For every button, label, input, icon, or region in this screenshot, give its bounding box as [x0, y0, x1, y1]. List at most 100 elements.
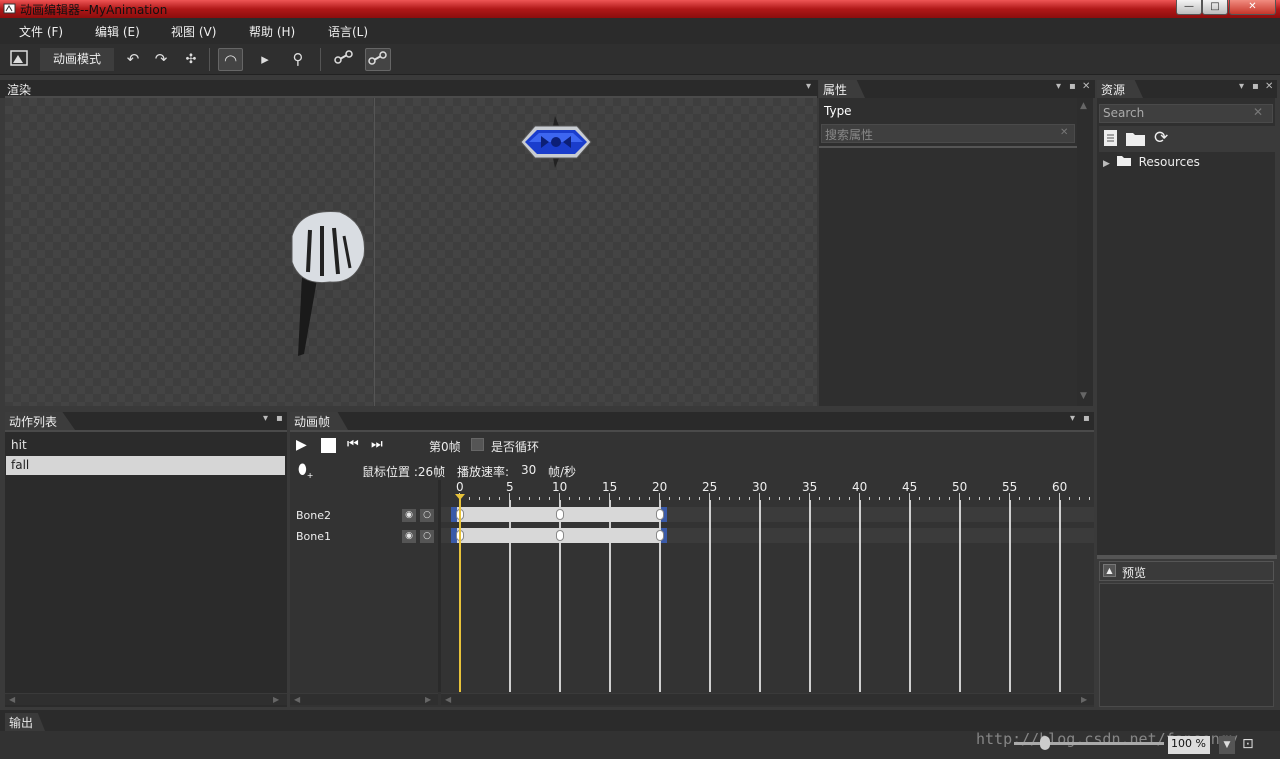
keyframe-tracks — [441, 480, 1094, 692]
list-item[interactable]: fall — [6, 456, 285, 475]
close-icon[interactable]: ✕ — [1265, 81, 1273, 92]
preview-title: 预览 — [1122, 566, 1147, 580]
speed-value[interactable]: 30 — [521, 463, 536, 477]
refresh-icon[interactable]: ⟳ — [1154, 128, 1168, 148]
loop-checkbox[interactable] — [471, 438, 484, 451]
keyframe-marker[interactable] — [556, 530, 564, 541]
zoom-value[interactable]: 100 % — [1168, 736, 1210, 754]
resources-search-input[interactable]: Search — [1099, 104, 1273, 123]
output-tab[interactable]: 输出 — [5, 713, 46, 731]
scroll-left-icon[interactable]: ◀ — [294, 695, 300, 704]
pin-icon[interactable]: ▪ — [1069, 81, 1076, 92]
chevron-down-icon[interactable]: ▾ — [806, 81, 811, 92]
chevron-down-icon[interactable]: ▾ — [263, 413, 268, 424]
pin-icon[interactable]: ▪ — [276, 413, 283, 424]
undo-icon[interactable]: ↶ — [122, 48, 144, 71]
menu-help[interactable]: 帮助 (H) — [249, 23, 295, 40]
zoom-icon[interactable]: ⚲ — [286, 48, 310, 71]
track-name[interactable]: Bone1 — [296, 530, 331, 543]
scroll-up-icon[interactable]: ▲ — [1080, 101, 1087, 111]
menu-file[interactable]: 文件 (F) — [19, 23, 63, 40]
divider — [819, 146, 1077, 148]
keyframe-marker[interactable] — [656, 509, 664, 520]
toolbar-divider — [320, 48, 321, 71]
tree-item-resources[interactable]: Resources — [1139, 155, 1200, 169]
resources-toolbar: ⟳ — [1099, 126, 1275, 152]
minimize-button[interactable]: — — [1176, 0, 1202, 15]
move-icon[interactable]: ✣ — [180, 48, 202, 71]
folder-icon[interactable] — [1125, 130, 1147, 147]
bone-icon[interactable] — [332, 48, 356, 71]
toolbar-divider — [209, 48, 210, 71]
properties-tab[interactable]: 属性 — [819, 80, 866, 98]
close-icon[interactable]: ✕ — [1082, 81, 1090, 92]
resources-tree: ▶ Resources — [1103, 155, 1200, 169]
fit-icon[interactable]: ⊡ — [1242, 736, 1254, 752]
scroll-right-icon[interactable]: ▶ — [425, 695, 431, 704]
clear-icon[interactable]: ✕ — [1253, 105, 1263, 119]
redo-icon[interactable]: ↷ — [150, 48, 172, 71]
menu-edit[interactable]: 编辑 (E) — [95, 23, 140, 40]
horizontal-scrollbar[interactable]: ◀ ▶ — [441, 693, 1094, 705]
lock-icon[interactable]: ○ — [420, 509, 434, 522]
animframes-tab[interactable]: 动画帧 — [290, 412, 349, 430]
mode-toggle-button[interactable]: 动画模式 — [40, 48, 114, 71]
maximize-button[interactable]: □ — [1202, 0, 1228, 15]
eye-icon[interactable]: ◉ — [402, 509, 416, 522]
last-frame-icon[interactable]: ⏭ — [371, 437, 383, 452]
resources-tab[interactable]: 资源 — [1097, 80, 1144, 98]
add-keyframe-icon[interactable]: ⬮+ — [298, 462, 314, 480]
chevron-down-icon[interactable]: ▾ — [1239, 81, 1244, 92]
playhead-marker[interactable] — [455, 494, 465, 500]
preview-header[interactable]: ▲ 预览 — [1099, 561, 1274, 581]
first-frame-icon[interactable]: ⏮ — [347, 437, 359, 452]
scroll-down-icon[interactable]: ▼ — [1080, 391, 1087, 401]
keyframe-marker[interactable] — [556, 509, 564, 520]
rotate-icon[interactable]: ◠ — [218, 48, 243, 71]
properties-scrollbar[interactable]: ▲ ▼ — [1077, 98, 1093, 406]
expand-icon[interactable]: ▶ — [1103, 159, 1110, 169]
track-name[interactable]: Bone2 — [296, 509, 331, 522]
render-divider — [374, 98, 375, 406]
collapse-icon[interactable]: ▲ — [1103, 564, 1116, 577]
scroll-left-icon[interactable]: ◀ — [9, 695, 15, 704]
keyframe-marker[interactable] — [656, 530, 664, 541]
new-file-icon[interactable] — [1102, 129, 1120, 148]
play-icon[interactable]: ▶ — [296, 437, 307, 453]
close-button[interactable]: ✕ — [1229, 0, 1276, 15]
horizontal-scrollbar[interactable]: ◀ ▶ — [290, 693, 438, 705]
actions-tab[interactable]: 动作列表 — [5, 412, 76, 430]
output-panel: 输出 http://blog.csdn.net/fansongy 100 % ▼… — [0, 710, 1280, 759]
timeline[interactable]: 0 5 10 15 20 25 30 35 40 45 50 55 60 — [441, 480, 1094, 692]
clear-icon[interactable]: ✕ — [1060, 127, 1068, 138]
mouse-position-label: 鼠标位置 :26帧 — [362, 465, 446, 479]
gem-button-sprite — [520, 116, 592, 168]
splitter[interactable] — [1097, 555, 1277, 559]
list-item[interactable]: hit — [6, 436, 285, 455]
playhead[interactable] — [459, 498, 461, 692]
render-viewport[interactable] — [5, 98, 817, 406]
scroll-right-icon[interactable]: ▶ — [273, 695, 279, 704]
lock-icon[interactable]: ○ — [420, 530, 434, 543]
pin-icon[interactable]: ▪ — [1083, 413, 1090, 424]
loop-label: 是否循环 — [491, 440, 540, 454]
chevron-down-icon[interactable]: ▼ — [1219, 736, 1235, 754]
pin-icon[interactable]: ▪ — [1252, 81, 1259, 92]
preview-body — [1099, 583, 1274, 707]
bone-bind-icon[interactable] — [365, 48, 391, 71]
zoom-slider-thumb[interactable] — [1040, 736, 1050, 750]
scroll-left-icon[interactable]: ◀ — [445, 695, 451, 704]
app-icon[interactable] — [8, 48, 30, 71]
zoom-slider-track[interactable] — [1014, 742, 1164, 745]
toolbar: 动画模式 ↶ ↷ ✣ ◠ ▸ ⚲ — [0, 44, 1280, 75]
scroll-right-icon[interactable]: ▶ — [1081, 695, 1087, 704]
stop-icon[interactable] — [321, 438, 336, 453]
chevron-down-icon[interactable]: ▾ — [1056, 81, 1061, 92]
horizontal-scrollbar[interactable]: ◀ ▶ — [5, 693, 287, 705]
eye-icon[interactable]: ◉ — [402, 530, 416, 543]
chevron-down-icon[interactable]: ▾ — [1070, 413, 1075, 424]
menu-language[interactable]: 语言(L) — [328, 23, 368, 40]
select-icon[interactable]: ▸ — [253, 48, 277, 71]
properties-search-input[interactable]: 搜索属性 — [821, 124, 1075, 143]
menu-view[interactable]: 视图 (V) — [171, 23, 216, 40]
